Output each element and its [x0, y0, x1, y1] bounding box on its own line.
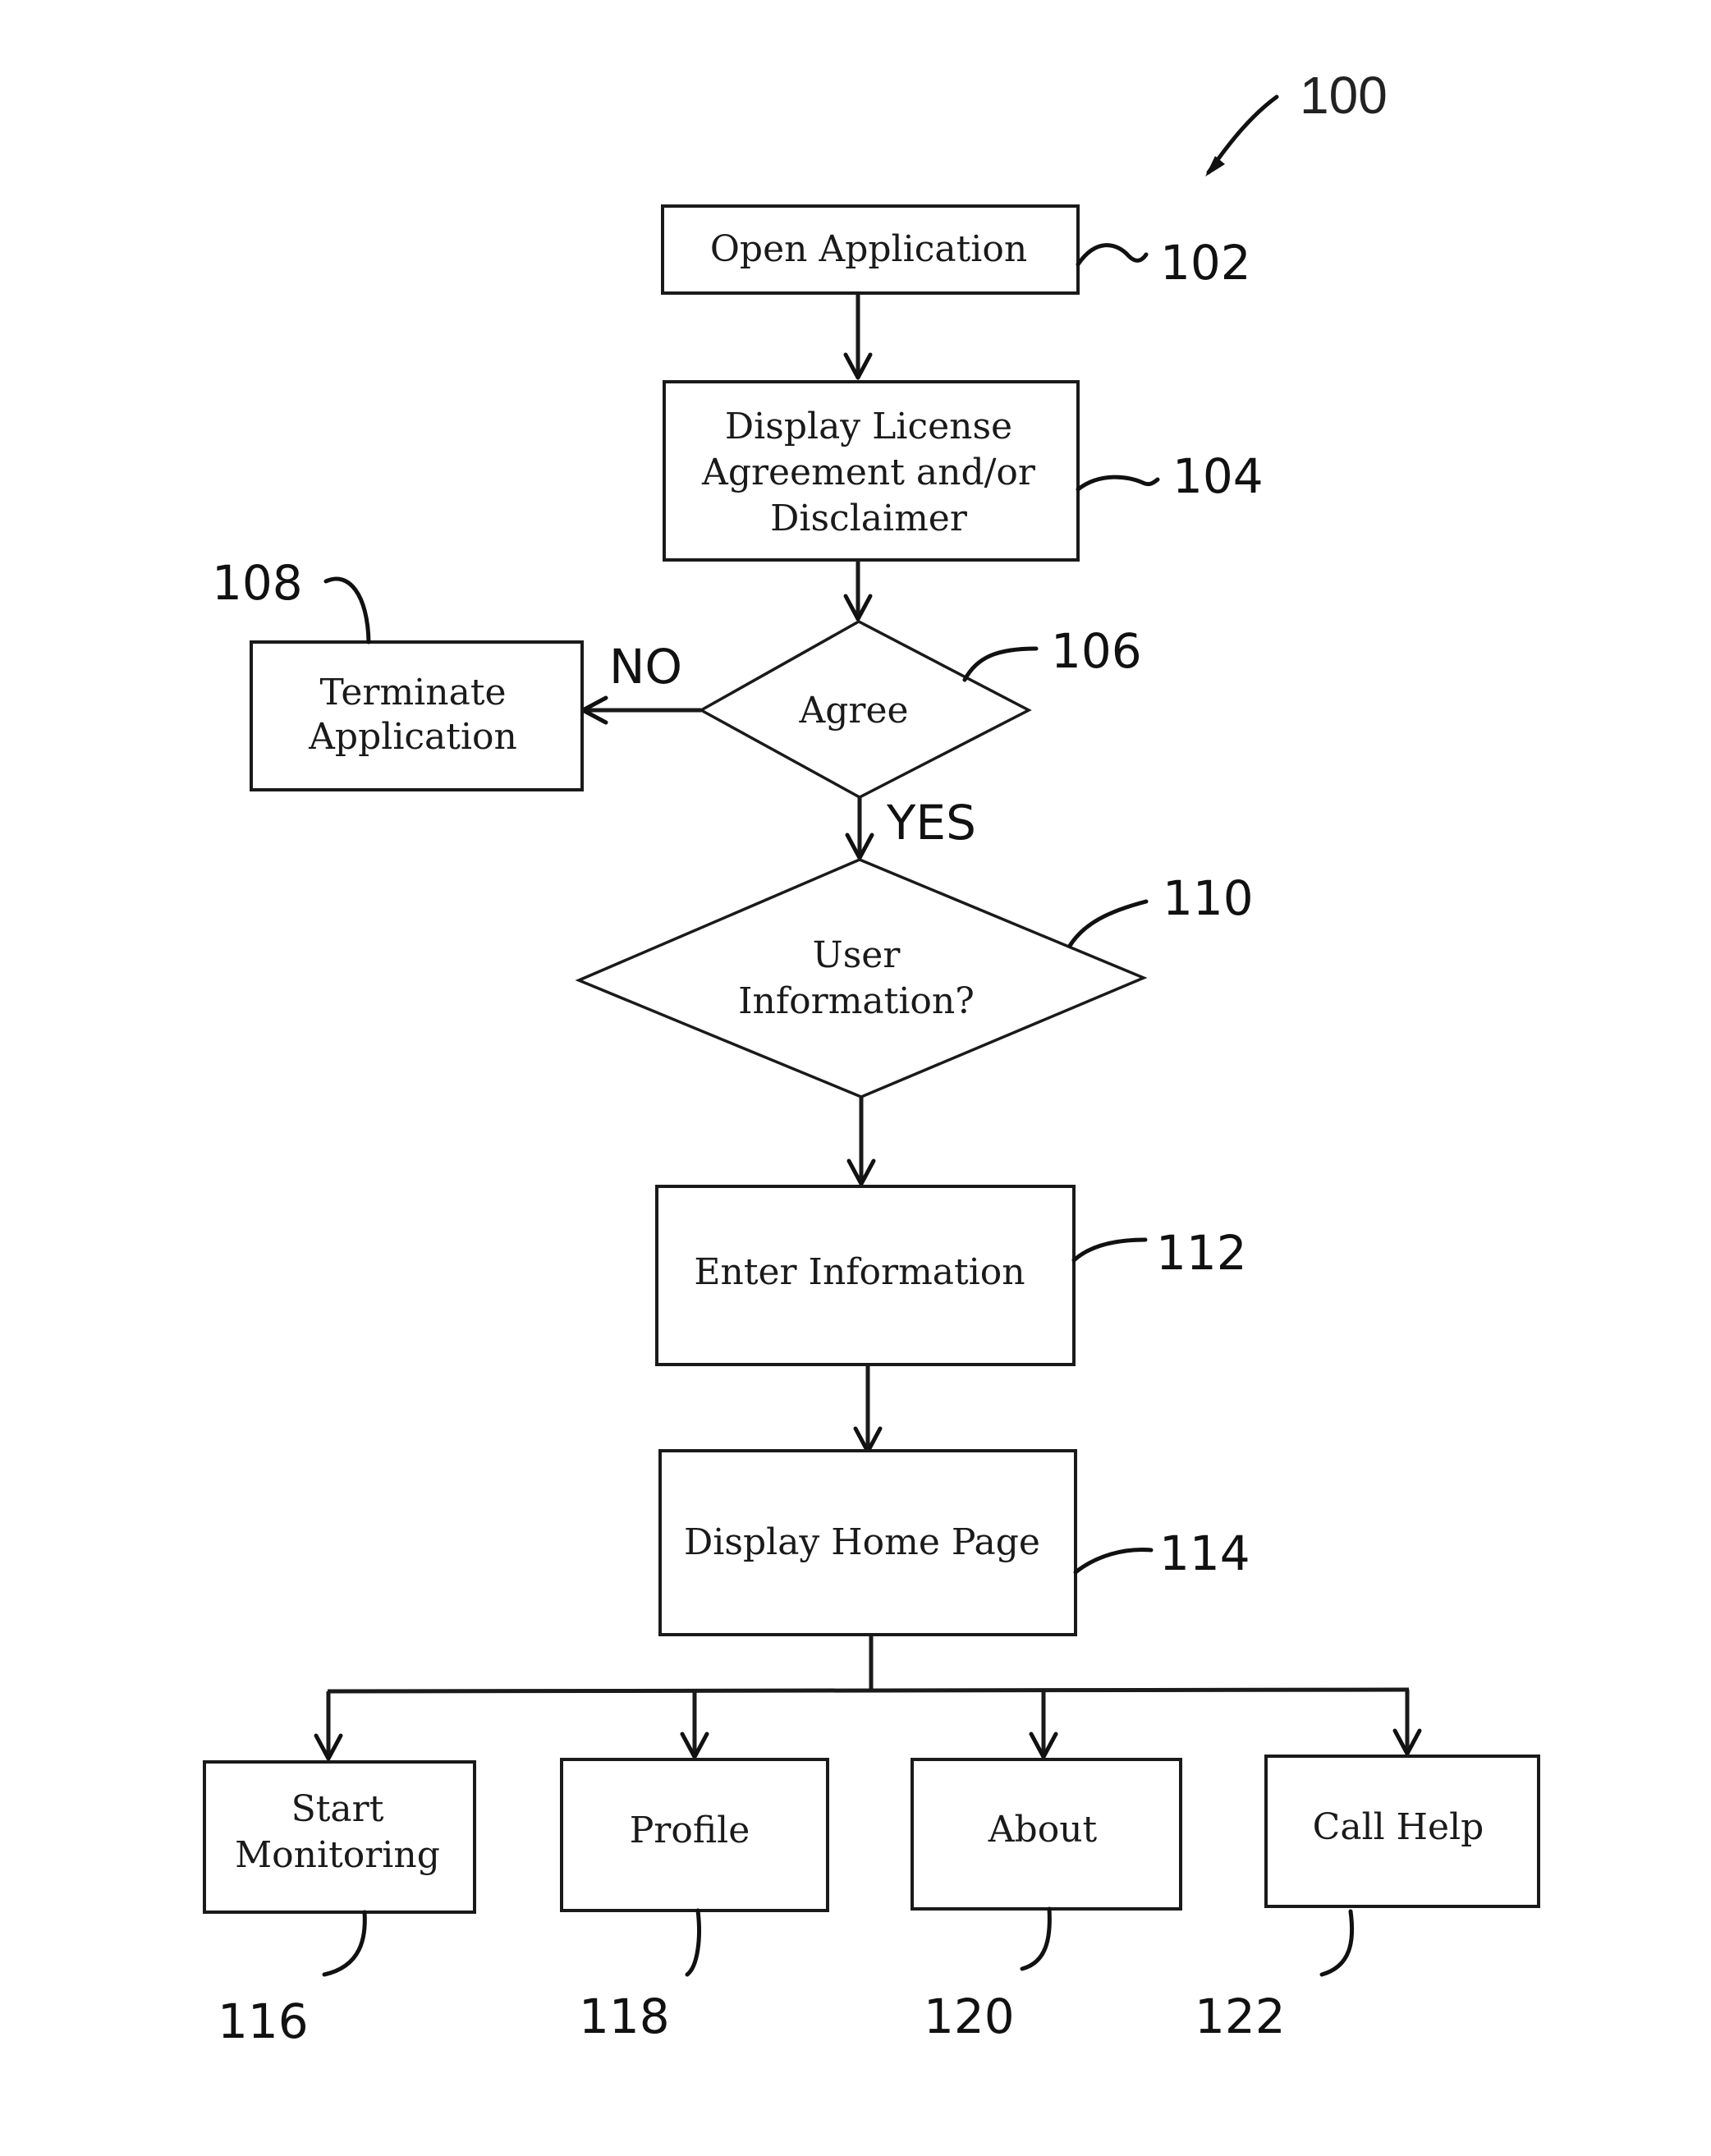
node-user-information-line1: User [813, 934, 901, 976]
node-about: About [911, 1758, 1182, 1911]
node-start-monitoring: Start Monitoring [203, 1760, 476, 1914]
node-agree: Agree [698, 620, 1032, 799]
flowchart: 100 Open Application Display License Agr… [203, 66, 1540, 2049]
branch-label-no: NO [609, 639, 682, 695]
ref-114: 114 [1159, 1525, 1250, 1581]
node-profile: Profile [560, 1758, 829, 1912]
leader-104 [1076, 475, 1160, 492]
ref-122: 122 [1195, 1989, 1286, 2044]
branch-label-yes: YES [886, 795, 976, 851]
leader-112 [1071, 1237, 1148, 1263]
node-call-help: Call Help [1264, 1755, 1540, 1908]
leader-122 [1319, 1909, 1355, 1977]
node-open-application-label: Open Application [710, 228, 1027, 270]
node-open-application: Open Application [661, 204, 1080, 295]
node-user-information-diamond [575, 858, 1148, 1099]
node-enter-information-label: Enter Information [694, 1251, 1025, 1293]
figure-reference-number: 100 [1300, 66, 1388, 125]
node-display-license-line1: Display License [725, 406, 1012, 447]
node-display-home-page: Display Home Page [658, 1449, 1077, 1636]
edge-home-bus [327, 1687, 1410, 1694]
node-user-information: User Information? [575, 858, 1148, 1099]
node-display-license: Display License Agreement and/or Disclai… [663, 380, 1080, 562]
leader-114 [1073, 1548, 1154, 1575]
leader-102 [1076, 243, 1149, 267]
ref-116: 116 [218, 1993, 309, 2049]
ref-104: 104 [1172, 448, 1264, 504]
node-terminate-application: Terminate Application [250, 640, 584, 791]
node-agree-label: Agree [798, 690, 908, 732]
leader-108 [323, 576, 371, 645]
leader-118 [685, 1908, 701, 1977]
leader-110 [1067, 899, 1149, 948]
node-enter-information: Enter Information [655, 1185, 1076, 1366]
node-terminate-line2: Application [308, 716, 517, 758]
node-display-home-page-label: Display Home Page [684, 1521, 1040, 1563]
node-start-monitoring-line2: Monitoring [235, 1834, 440, 1876]
leader-120 [1020, 1906, 1052, 1971]
ref-118: 118 [579, 1989, 670, 2044]
node-profile-label: Profile [630, 1810, 750, 1851]
ref-110: 110 [1163, 870, 1254, 926]
node-display-license-line2: Agreement and/or [701, 452, 1036, 493]
node-user-information-line2: Information? [738, 980, 975, 1022]
leader-106 [962, 646, 1039, 682]
ref-102: 102 [1160, 235, 1251, 291]
node-display-license-line3: Disclaimer [770, 498, 968, 539]
ref-106: 106 [1051, 623, 1142, 679]
node-terminate-line1: Terminate [319, 672, 506, 713]
ref-120: 120 [924, 1989, 1015, 2044]
leader-116 [322, 1910, 367, 1977]
node-call-help-label: Call Help [1313, 1806, 1484, 1848]
figure-reference-arrow-tip [1205, 156, 1225, 177]
node-start-monitoring-line1: Start [291, 1788, 384, 1830]
node-about-label: About [988, 1809, 1098, 1851]
ref-108: 108 [212, 555, 303, 611]
ref-112: 112 [1156, 1225, 1247, 1281]
figure-reference: 100 [1205, 66, 1388, 177]
